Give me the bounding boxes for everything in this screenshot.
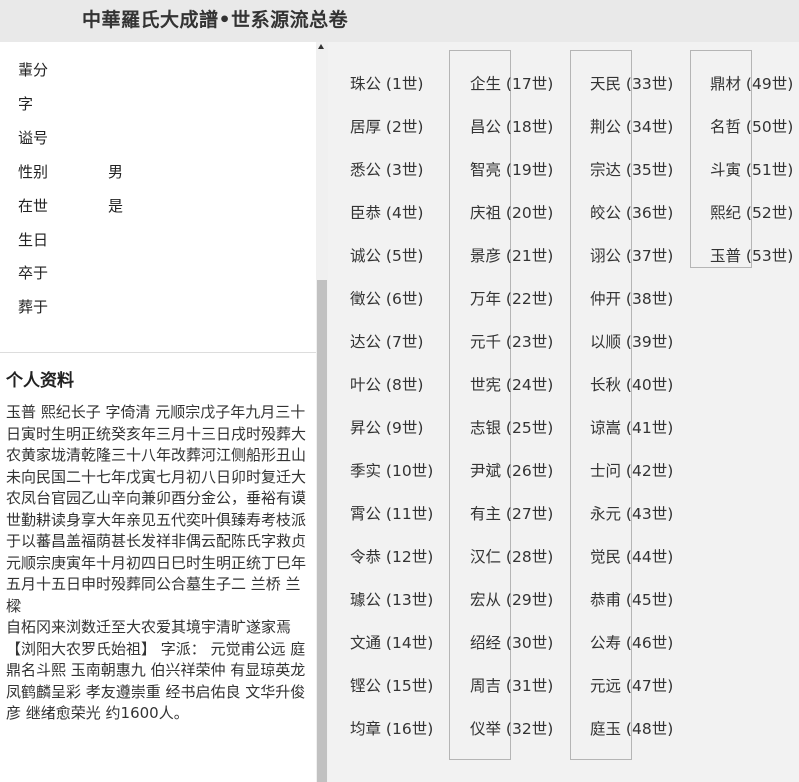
generation-item[interactable]: 长秋 (40世) bbox=[590, 373, 673, 395]
generation-column: 珠公 (1世) 居厚 (2世) 悉公 (3世) 臣恭 (4世) 诚公 (5世) 徵公 (6… bbox=[350, 42, 470, 782]
field-label: 字 bbox=[18, 95, 34, 113]
generation-item[interactable]: 臣恭 (4世) bbox=[350, 201, 423, 223]
generation-item[interactable]: 公寿 (46世) bbox=[590, 631, 673, 653]
generation-item[interactable]: 仪举 (32世) bbox=[470, 717, 553, 739]
page-title: 中華羅氏大成譜•世系源流总卷 bbox=[82, 9, 349, 31]
profile-title: 个人资料 bbox=[6, 371, 74, 391]
detail-panel: 輩分字谥号性别 男在世 是生日卒于葬于 个人资料 玉普 熙纪长子 字倚清 元顺宗戊子… bbox=[0, 42, 316, 782]
generation-item[interactable]: 恭甫 (45世) bbox=[590, 588, 673, 610]
divider bbox=[0, 352, 316, 353]
field-value: 是 bbox=[108, 197, 124, 215]
generation-item[interactable]: 周吉 (31世) bbox=[470, 674, 553, 696]
generation-item[interactable]: 宏从 (29世) bbox=[470, 588, 553, 610]
lineage-panel: 珠公 (1世) 居厚 (2世) 悉公 (3世) 臣恭 (4世) 诚公 (5世) 徵公 (6… bbox=[328, 42, 799, 782]
generation-item[interactable]: 庆祖 (20世) bbox=[470, 201, 553, 223]
generation-item[interactable]: 荆公 (34世) bbox=[590, 115, 673, 137]
generation-item[interactable]: 昇公 (9世) bbox=[350, 416, 423, 438]
generation-item[interactable]: 徵公 (6世) bbox=[350, 287, 423, 309]
generation-item[interactable]: 元千 (23世) bbox=[470, 330, 553, 352]
generation-item[interactable]: 均章 (16世) bbox=[350, 717, 433, 739]
generation-item[interactable]: 智亮 (19世) bbox=[470, 158, 553, 180]
generation-item[interactable]: 诩公 (37世) bbox=[590, 244, 673, 266]
generation-item[interactable]: 谅嵩 (41世) bbox=[590, 416, 673, 438]
generation-item[interactable]: 绍经 (30世) bbox=[470, 631, 553, 653]
generation-item[interactable]: 文通 (14世) bbox=[350, 631, 433, 653]
field-label: 葬于 bbox=[18, 298, 49, 316]
generation-item[interactable]: 皎公 (36世) bbox=[590, 201, 673, 223]
bio-paragraph: 玉普 熙纪长子 字倚清 元顺宗戊子年九月三十日寅时生明正统癸亥年三月十三日戌时殁… bbox=[6, 403, 307, 615]
generation-item[interactable]: 悉公 (3世) bbox=[350, 158, 423, 180]
field-value: 男 bbox=[108, 163, 124, 181]
generation-item[interactable]: 季实 (10世) bbox=[350, 459, 433, 481]
generation-item[interactable]: 鼎材 (49世) bbox=[710, 72, 793, 94]
generation-item[interactable]: 世宪 (24世) bbox=[470, 373, 553, 395]
generation-item[interactable]: 叶公 (8世) bbox=[350, 373, 423, 395]
generation-column: 鼎材 (49世) 名哲 (50世) 斗寅 (51世) 熙纪 (52世) 玉普 (53世) bbox=[710, 42, 799, 782]
generation-item[interactable]: 万年 (22世) bbox=[470, 287, 553, 309]
field-label: 性别 bbox=[18, 163, 49, 181]
generation-item[interactable]: 景彦 (21世) bbox=[470, 244, 553, 266]
generation-item[interactable]: 企生 (17世) bbox=[470, 72, 553, 94]
field-label: 生日 bbox=[18, 231, 49, 249]
generation-item[interactable]: 志银 (25世) bbox=[470, 416, 553, 438]
field-label: 卒于 bbox=[18, 264, 49, 282]
field-label: 谥号 bbox=[18, 129, 49, 147]
generation-item[interactable]: 汉仁 (28世) bbox=[470, 545, 553, 567]
generation-item[interactable]: 霄公 (11世) bbox=[350, 502, 433, 524]
generation-item[interactable]: 熙纪 (52世) bbox=[710, 201, 793, 223]
generation-item[interactable]: 昌公 (18世) bbox=[470, 115, 553, 137]
generation-item[interactable]: 璩公 (13世) bbox=[350, 588, 433, 610]
generation-item[interactable]: 居厚 (2世) bbox=[350, 115, 423, 137]
generation-item[interactable]: 斗寅 (51世) bbox=[710, 158, 793, 180]
profile-bio: 玉普 熙纪长子 字倚清 元顺宗戊子年九月三十日寅时生明正统癸亥年三月十三日戌时殁… bbox=[6, 402, 306, 725]
generation-item[interactable]: 达公 (7世) bbox=[350, 330, 423, 352]
generation-item[interactable]: 名哲 (50世) bbox=[710, 115, 793, 137]
scrollbar[interactable] bbox=[316, 42, 328, 782]
generation-item[interactable]: 仲开 (38世) bbox=[590, 287, 673, 309]
generation-item[interactable]: 宗达 (35世) bbox=[590, 158, 673, 180]
generation-item[interactable]: 永元 (43世) bbox=[590, 502, 673, 524]
scroll-up-arrow-icon[interactable] bbox=[318, 44, 324, 49]
generation-column: 天民 (33世) 荆公 (34世) 宗达 (35世) 皎公 (36世) 诩公 (37世)… bbox=[590, 42, 710, 782]
header-bar: 中華羅氏大成譜•世系源流总卷 bbox=[0, 0, 799, 42]
bio-paragraph: 自柘冈来浏数迁至大农爱其境宇清旷遂家焉 bbox=[6, 618, 292, 636]
generation-item[interactable]: 诚公 (5世) bbox=[350, 244, 423, 266]
scroll-thumb[interactable] bbox=[317, 280, 327, 782]
generation-item[interactable]: 铿公 (15世) bbox=[350, 674, 433, 696]
generation-column: 企生 (17世) 昌公 (18世) 智亮 (19世) 庆祖 (20世) 景彦 (21世)… bbox=[470, 42, 590, 782]
generation-item[interactable]: 天民 (33世) bbox=[590, 72, 673, 94]
field-label: 在世 bbox=[18, 197, 49, 215]
generation-item[interactable]: 令恭 (12世) bbox=[350, 545, 433, 567]
generation-item[interactable]: 元远 (47世) bbox=[590, 674, 673, 696]
generation-item[interactable]: 有主 (27世) bbox=[470, 502, 553, 524]
field-label: 輩分 bbox=[18, 61, 49, 79]
generation-item[interactable]: 玉普 (53世) bbox=[710, 244, 793, 266]
generation-item[interactable]: 珠公 (1世) bbox=[350, 72, 423, 94]
generation-item[interactable]: 觉民 (44世) bbox=[590, 545, 673, 567]
generation-item[interactable]: 以顺 (39世) bbox=[590, 330, 673, 352]
generation-item[interactable]: 尹斌 (26世) bbox=[470, 459, 553, 481]
generation-item[interactable]: 庭玉 (48世) bbox=[590, 717, 673, 739]
generation-item[interactable]: 士问 (42世) bbox=[590, 459, 673, 481]
bio-paragraph: 【浏阳大农罗氏始祖】 字派： 元觉甫公远 庭鼎名斗熙 玉南朝惠九 伯兴祥荣仲 有… bbox=[6, 639, 306, 723]
